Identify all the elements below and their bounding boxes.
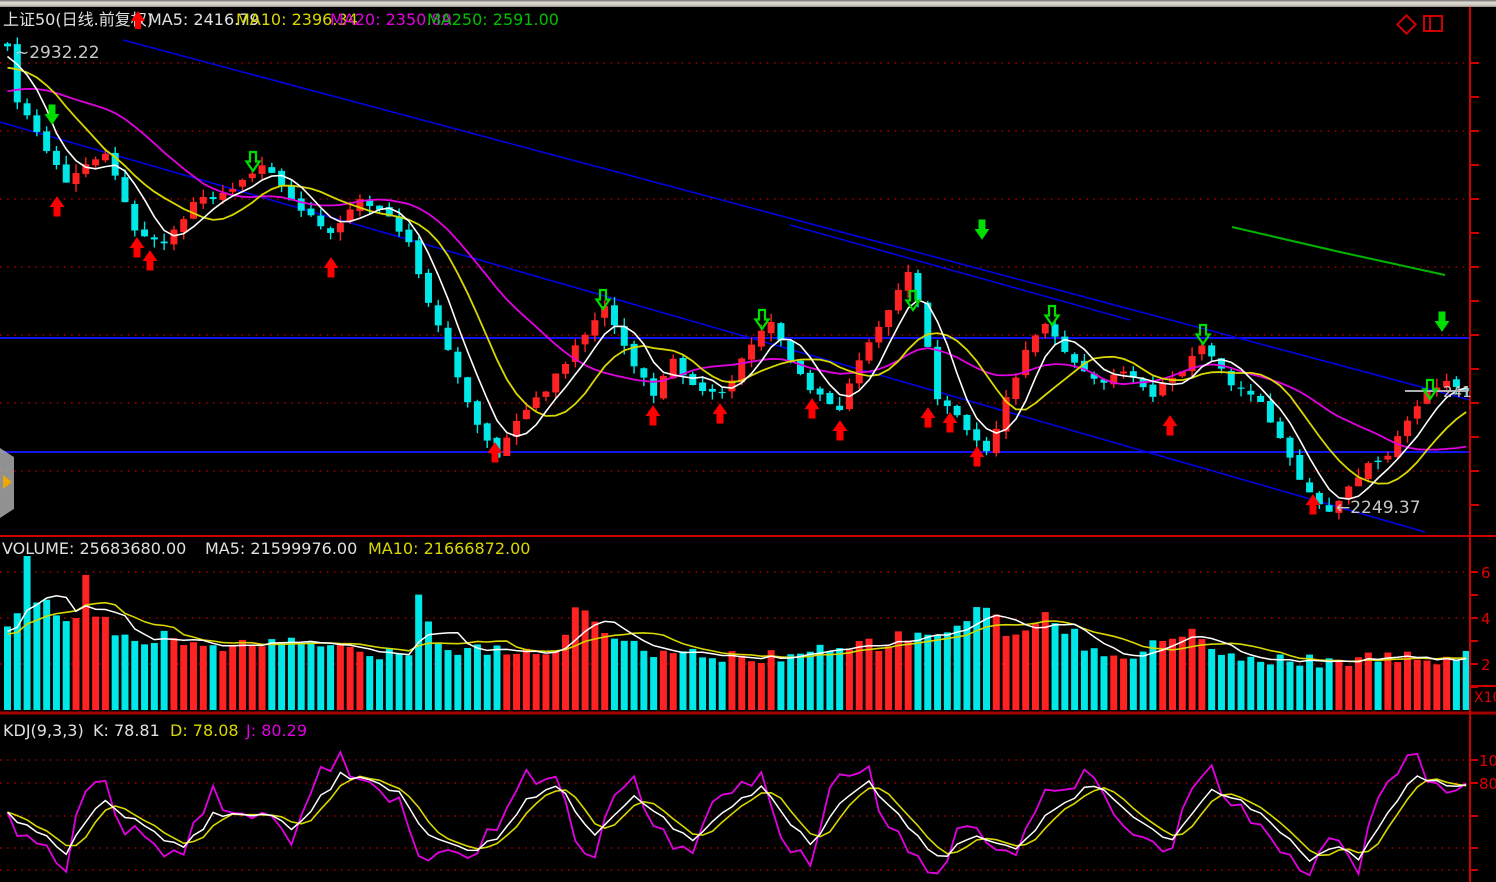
- buy-arrow-icon: [922, 408, 935, 427]
- buy-arrow-icon: [51, 197, 64, 216]
- panel-expand-tab[interactable]: [0, 448, 14, 518]
- kdj-k-value: K: 78.81: [93, 721, 160, 740]
- buy-arrow-icon: [714, 404, 727, 423]
- buy-arrow-icon: [647, 406, 660, 425]
- kdj-j-value: J: 80.29: [246, 721, 307, 740]
- last-price-tag: 241: [1443, 383, 1472, 402]
- buy-arrow-icon: [944, 413, 957, 432]
- volume-value: VOLUME: 25683680.00: [2, 539, 186, 558]
- volume-axis-4: 4: [1481, 610, 1491, 628]
- restore-window-icon-divider: [1429, 17, 1431, 30]
- low-price-callout: ←2249.37: [1336, 499, 1421, 518]
- up-arrow-icon-stem: [135, 20, 141, 29]
- buy-arrow-icon: [971, 447, 984, 466]
- buy-arrow-icon: [144, 251, 157, 270]
- volume-multiplier: X10: [1474, 690, 1496, 706]
- kdj-title: KDJ(9,3,3): [3, 721, 84, 740]
- sell-arrow-icon: [1046, 306, 1059, 325]
- sell-arrow-icon: [976, 220, 989, 239]
- expand-arrow-icon: [3, 475, 12, 489]
- sell-arrow-icon: [1436, 312, 1449, 331]
- volume-axis-2: 2: [1481, 656, 1491, 674]
- buy-arrow-icon: [806, 399, 819, 418]
- sell-arrow-icon: [247, 152, 260, 171]
- ma250-legend: MA250: 2591.00: [427, 10, 559, 29]
- sell-arrow-icon: [46, 105, 59, 124]
- kdj-axis-100: 100: [1479, 752, 1496, 770]
- buy-arrow-icon: [325, 258, 338, 277]
- volume-axis-6: 6: [1481, 564, 1491, 582]
- buy-arrow-icon: [1164, 416, 1177, 435]
- high-price-callout: ~2932.22: [15, 44, 100, 63]
- chart-canvas[interactable]: [0, 0, 1496, 882]
- kdj-d-value: D: 78.08: [170, 721, 239, 740]
- stock-chart-window: { "window": { "icons": {"diamond": "diam…: [0, 0, 1496, 882]
- buy-arrow-icon: [131, 238, 144, 257]
- volume-ma10-value: MA10: 21666872.00: [368, 539, 530, 558]
- restore-window-icon[interactable]: [1423, 15, 1443, 32]
- buy-arrow-icon: [834, 421, 847, 440]
- volume-ma5-value: MA5: 21599976.00: [205, 539, 357, 558]
- kdj-axis-80: 80: [1479, 775, 1496, 793]
